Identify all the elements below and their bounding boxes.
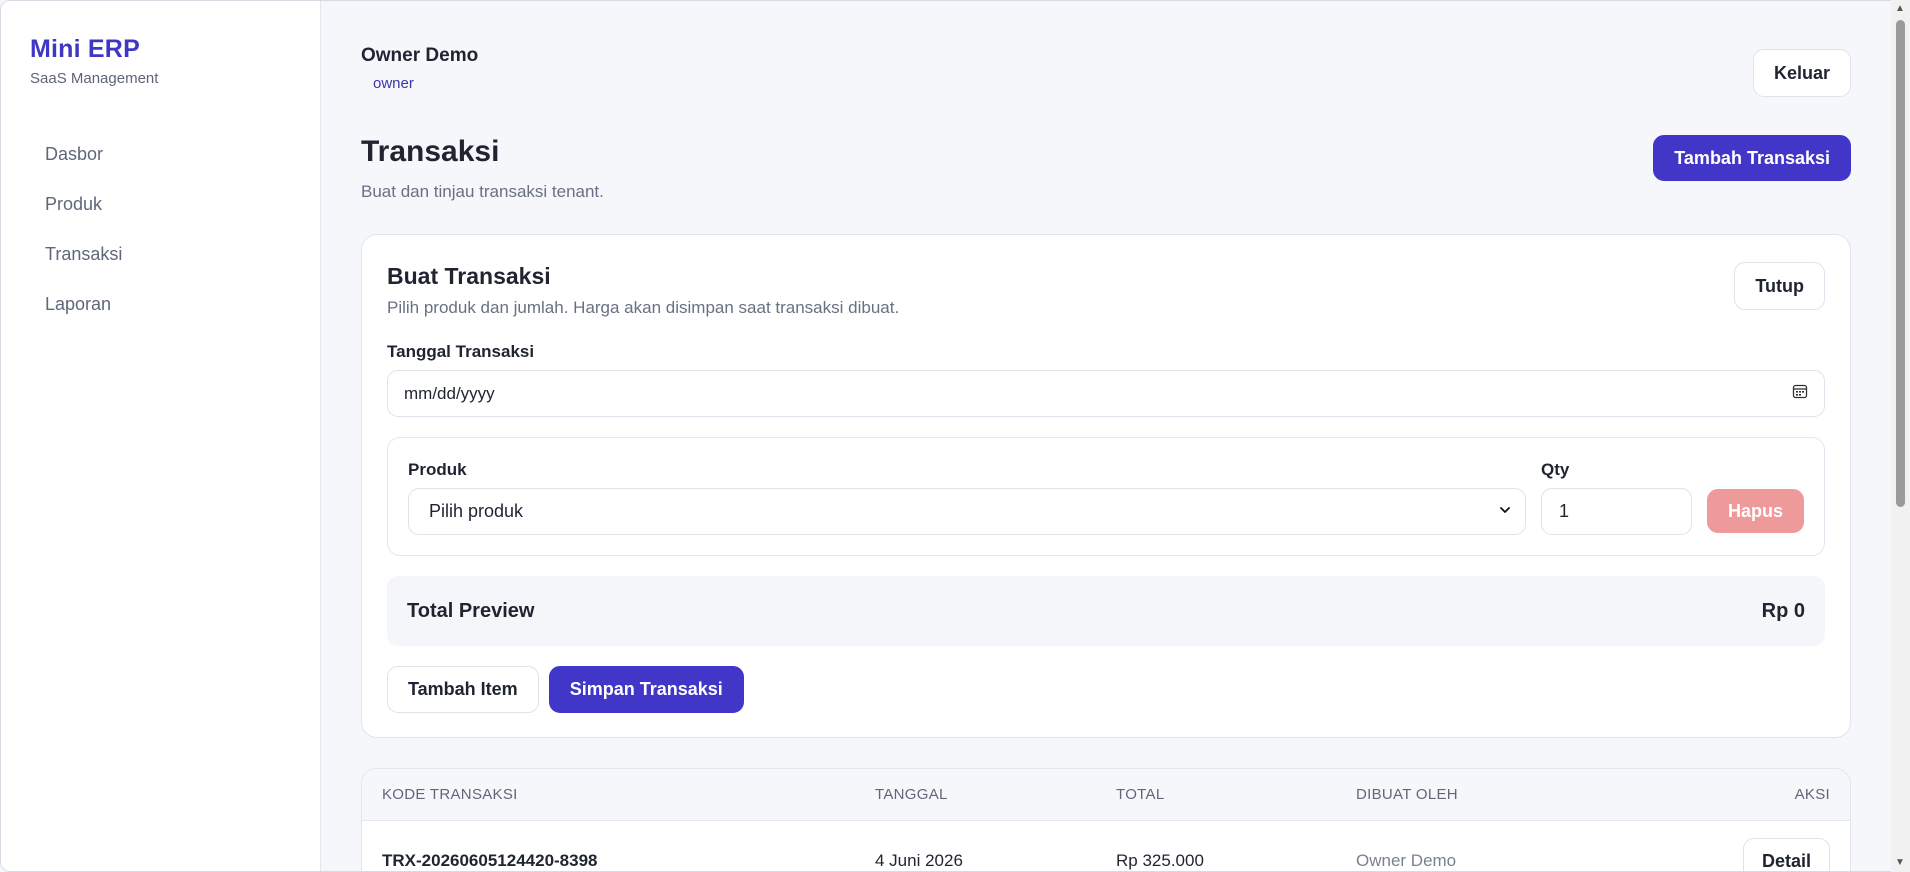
page-header: Transaksi Buat dan tinjau transaksi tena…	[361, 135, 1851, 202]
scroll-down-arrow-icon[interactable]: ▼	[1895, 858, 1905, 868]
column-header-code: KODE TRANSAKSI	[382, 786, 518, 803]
qty-field: Qty 1	[1540, 460, 1692, 535]
calendar-icon[interactable]	[1792, 383, 1808, 404]
column-header-action: AKSI	[1794, 786, 1830, 803]
logout-button[interactable]: Keluar	[1752, 49, 1851, 97]
total-label: Total Preview	[407, 599, 535, 622]
column-header-date: TANGGAL	[875, 786, 948, 803]
qty-input[interactable]: 1	[1540, 488, 1692, 535]
product-select[interactable]: Pilih produk	[408, 488, 1526, 535]
cell-code: TRX-20260605124420-8398	[382, 851, 598, 870]
create-transaction-card: Buat Transaksi Pilih produk dan jumlah. …	[361, 234, 1851, 738]
sidebar-item-dasbor[interactable]: Dasbor	[30, 129, 291, 179]
column-header-created-by: DIBUAT OLEH	[1356, 786, 1458, 803]
scrollbar-thumb[interactable]	[1896, 20, 1905, 507]
item-row: Produk Pilih produk Qty 1 Hapus	[387, 437, 1825, 556]
transactions-table: KODE TRANSAKSI TANGGAL TOTAL DIBUAT OLEH…	[361, 768, 1851, 871]
brand-logo: Mini ERP	[30, 35, 140, 63]
form-actions: Tambah Item Simpan Transaksi	[387, 666, 1825, 713]
card-header: Buat Transaksi Pilih produk dan jumlah. …	[387, 262, 1825, 318]
delete-item-button[interactable]: Hapus	[1706, 489, 1804, 533]
card-subtitle: Pilih produk dan jumlah. Harga akan disi…	[387, 298, 900, 317]
role-badge: owner	[373, 75, 414, 92]
sidebar-nav: Dasbor Produk Transaksi Laporan	[30, 129, 291, 329]
add-item-button[interactable]: Tambah Item	[387, 666, 539, 713]
sidebar-item-laporan[interactable]: Laporan	[30, 279, 291, 329]
table-row: TRX-20260605124420-8398 4 Juni 2026 Rp 3…	[362, 821, 1850, 871]
add-transaction-button[interactable]: Tambah Transaksi	[1653, 135, 1851, 181]
close-button[interactable]: Tutup	[1734, 262, 1825, 310]
transaction-date-input[interactable]: mm/dd/yyyy	[387, 370, 1825, 417]
cell-date: 4 Juni 2026	[875, 851, 963, 870]
vertical-scrollbar[interactable]: ▲ ▼	[1891, 0, 1910, 872]
qty-label: Qty	[1540, 460, 1570, 479]
column-header-total: TOTAL	[1116, 786, 1165, 803]
user-info: Owner Demo owner	[361, 45, 478, 93]
product-label: Produk	[408, 460, 467, 479]
card-title: Buat Transaksi	[387, 263, 551, 289]
save-transaction-button[interactable]: Simpan Transaksi	[548, 666, 744, 713]
sidebar-item-transaksi[interactable]: Transaksi	[30, 229, 291, 279]
cell-total: Rp 325.000	[1116, 851, 1204, 870]
chevron-down-icon	[1498, 501, 1512, 522]
product-field: Produk Pilih produk	[408, 460, 1526, 535]
scroll-up-arrow-icon[interactable]: ▲	[1895, 4, 1905, 14]
app-window: Mini ERP SaaS Management Dasbor Produk T…	[0, 0, 1910, 872]
date-label: Tanggal Transaksi	[387, 342, 535, 361]
topbar: Owner Demo owner Keluar	[361, 1, 1851, 97]
page-title: Transaksi	[361, 135, 500, 168]
page-subtitle: Buat dan tinjau transaksi tenant.	[361, 182, 604, 201]
sidebar-item-produk[interactable]: Produk	[30, 179, 291, 229]
total-preview: Total Preview Rp 0	[387, 576, 1825, 646]
table-header: KODE TRANSAKSI TANGGAL TOTAL DIBUAT OLEH…	[362, 769, 1850, 821]
cell-created-by: Owner Demo	[1356, 851, 1457, 870]
main-content: Owner Demo owner Keluar Transaksi Buat d…	[321, 1, 1909, 871]
user-name: Owner Demo	[361, 45, 479, 66]
detail-button[interactable]: Detail	[1742, 838, 1830, 871]
total-value: Rp 0	[1761, 599, 1805, 622]
sidebar: Mini ERP SaaS Management Dasbor Produk T…	[1, 1, 321, 871]
date-placeholder: mm/dd/yyyy	[404, 383, 495, 403]
cell-action: Detail	[1740, 838, 1830, 871]
brand-subtitle: SaaS Management	[30, 70, 159, 87]
product-select-value: Pilih produk	[429, 501, 524, 521]
